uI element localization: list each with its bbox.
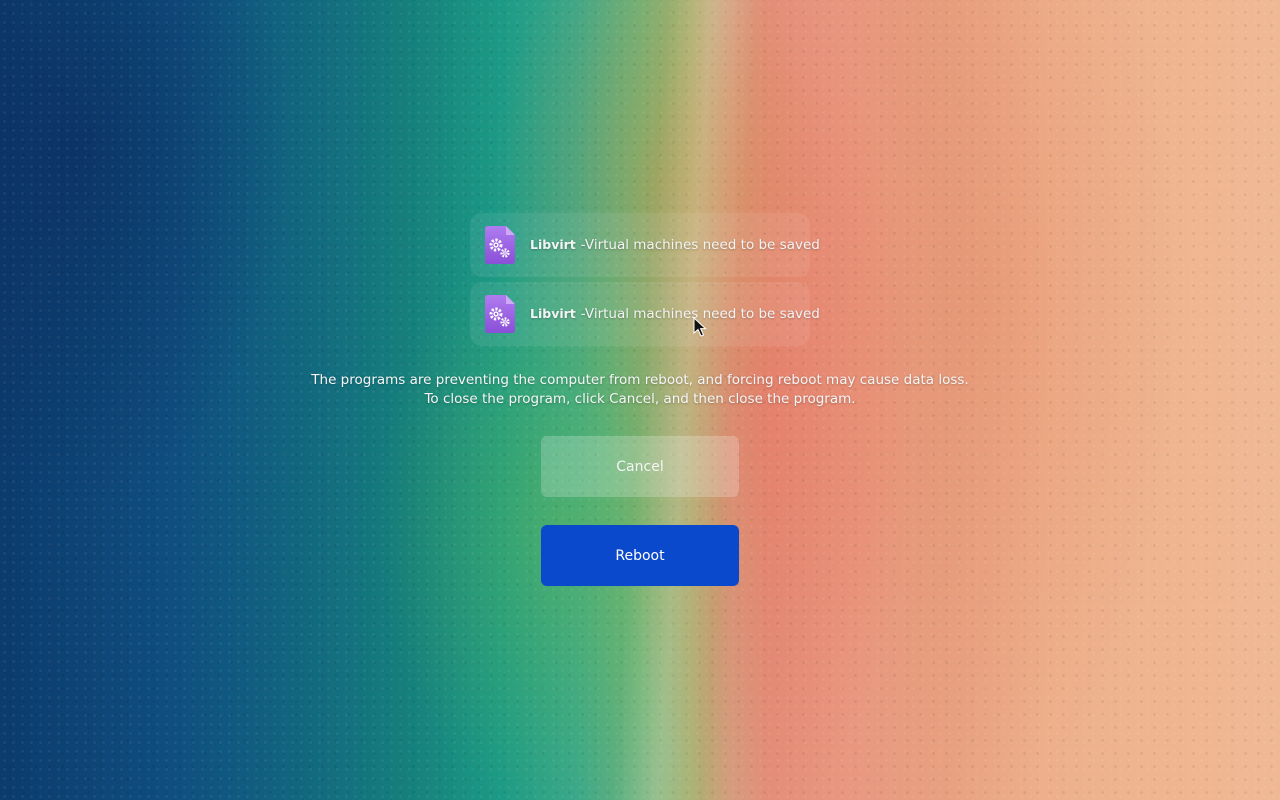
gears-app-icon [482, 225, 518, 265]
warning-message-line-2: To close the program, click Cancel, and … [424, 391, 856, 407]
mouse-pointer-icon [693, 316, 707, 337]
program-name: Libvirt [530, 306, 576, 321]
reboot-button[interactable]: Reboot [541, 525, 739, 586]
cancel-button[interactable]: Cancel [541, 436, 739, 497]
blocking-program-item: Libvirt -Virtual machines need to be save… [470, 282, 820, 346]
program-name: Libvirt [530, 237, 576, 252]
gears-app-icon [482, 294, 518, 334]
program-description: Libvirt -Virtual machines need to be save… [530, 237, 820, 253]
warning-message: The programs are preventing the computer… [240, 371, 1040, 409]
program-reason: Virtual machines need to be saved [584, 237, 820, 253]
program-description: Libvirt -Virtual machines need to be save… [530, 306, 820, 322]
session-shutdown-screen: Libvirt -Virtual machines need to be save… [0, 0, 1280, 800]
blocking-program-item: Libvirt -Virtual machines need to be save… [470, 213, 820, 277]
warning-message-line-1: The programs are preventing the computer… [311, 372, 969, 388]
